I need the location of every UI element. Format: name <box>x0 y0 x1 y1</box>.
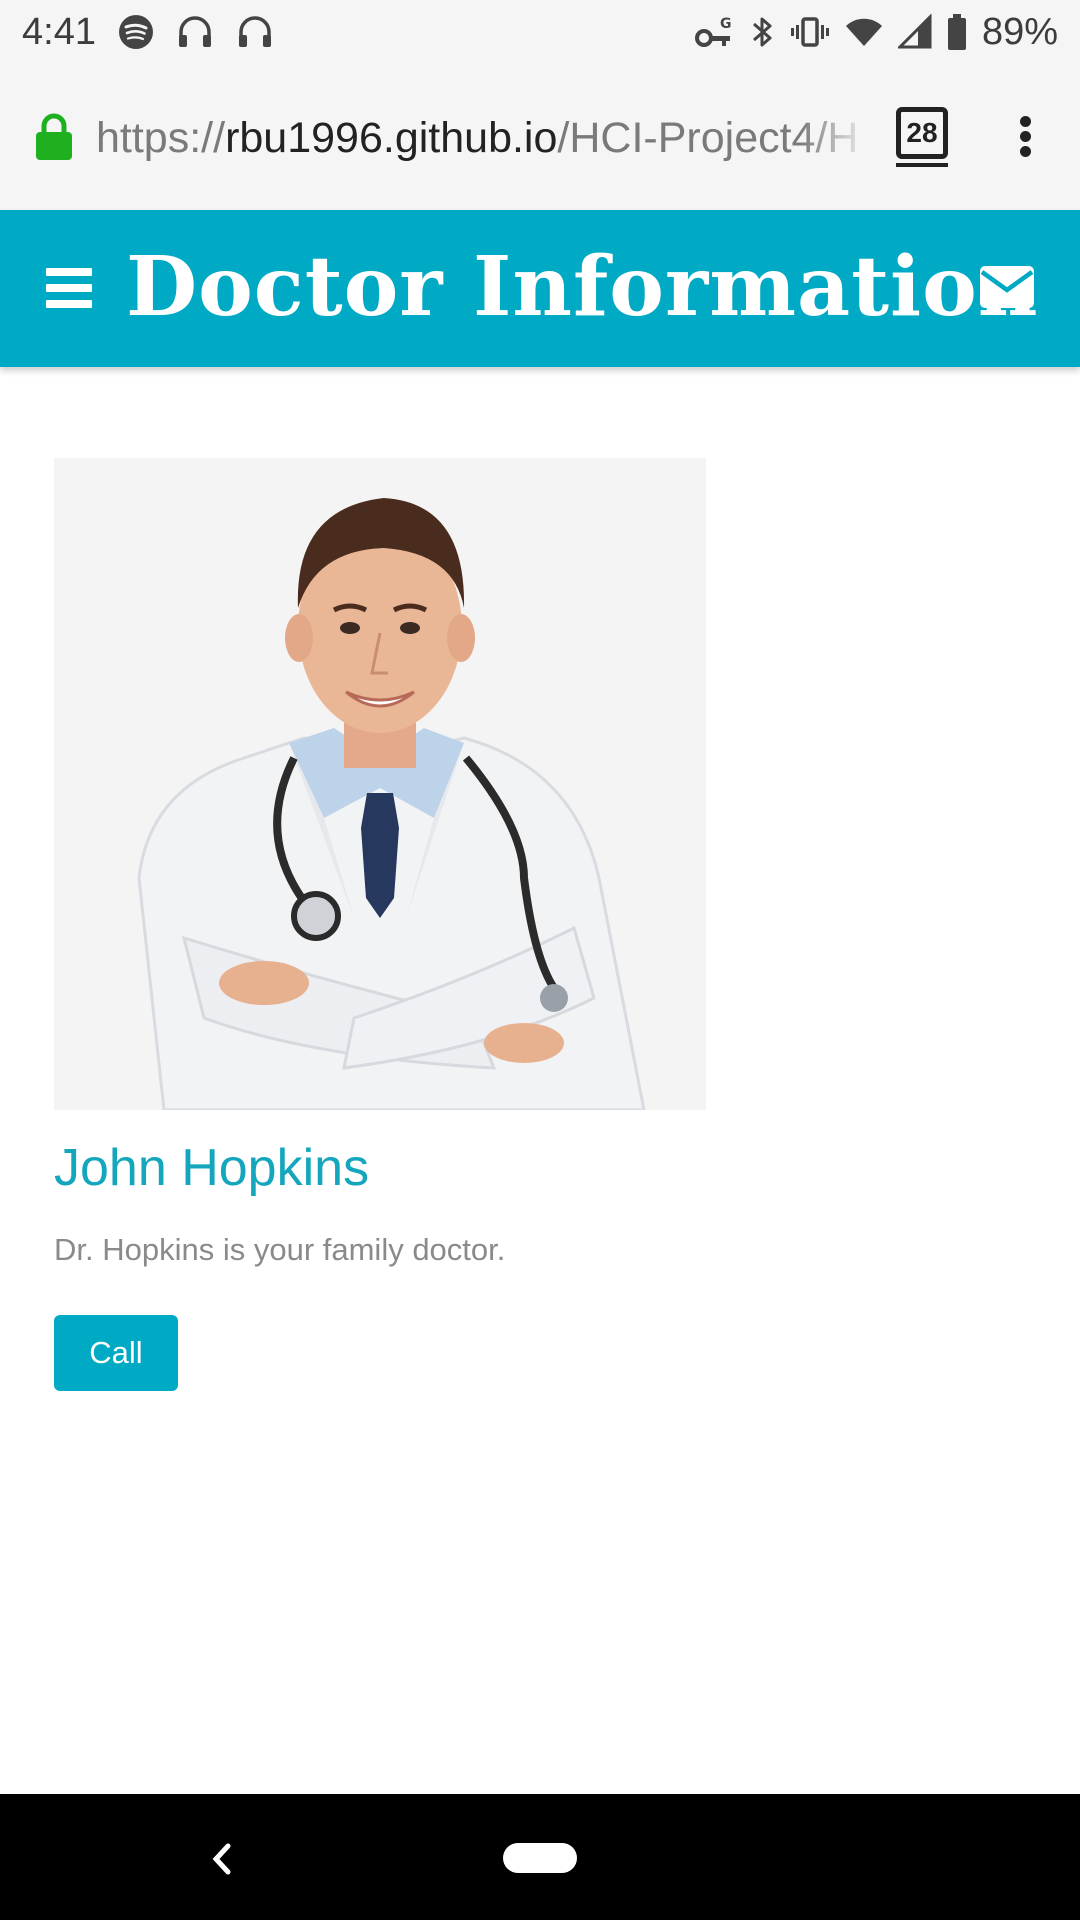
url-scheme: https:// <box>96 114 226 162</box>
status-left: 4:41 <box>22 11 274 54</box>
spotify-icon <box>118 14 154 50</box>
hamburger-menu-icon[interactable] <box>46 268 92 308</box>
status-bar: 4:41 G 89% <box>0 0 1080 64</box>
lock-icon <box>34 112 74 167</box>
doctor-description: Dr. Hopkins is your family doctor. <box>54 1232 506 1267</box>
status-time: 4:41 <box>22 10 96 53</box>
vpn-key-icon: G <box>694 14 734 50</box>
battery-percent: 89% <box>981 10 1058 53</box>
vibrate-icon <box>790 14 830 50</box>
svg-text:G: G <box>720 16 732 32</box>
mail-icon[interactable] <box>980 266 1034 313</box>
wifi-icon <box>844 14 884 50</box>
home-pill-icon[interactable] <box>503 1843 577 1873</box>
url-host: rbu1996.github.io <box>225 114 558 162</box>
overflow-menu-icon[interactable] <box>1015 114 1035 158</box>
headphones-icon <box>176 14 214 50</box>
battery-icon <box>946 13 968 51</box>
page-title: Doctor Information <box>126 239 1039 335</box>
screen: 4:41 G 89% https://rbu1996.github.io/HCI… <box>0 0 1080 1920</box>
url-field[interactable]: https://rbu1996.github.io/HCI-Project4/H <box>96 110 862 166</box>
doctor-name: John Hopkins <box>54 1139 370 1197</box>
url-fade <box>800 104 870 174</box>
cell-signal-icon <box>897 14 932 50</box>
doctor-photo <box>54 458 706 1110</box>
back-icon[interactable] <box>208 1842 236 1881</box>
headphones-icon <box>236 14 274 50</box>
bluetooth-icon <box>748 14 776 50</box>
tab-switcher-button[interactable]: 28 <box>896 107 948 167</box>
call-button[interactable]: Call <box>54 1315 178 1391</box>
status-right: G 89% <box>694 11 1058 54</box>
